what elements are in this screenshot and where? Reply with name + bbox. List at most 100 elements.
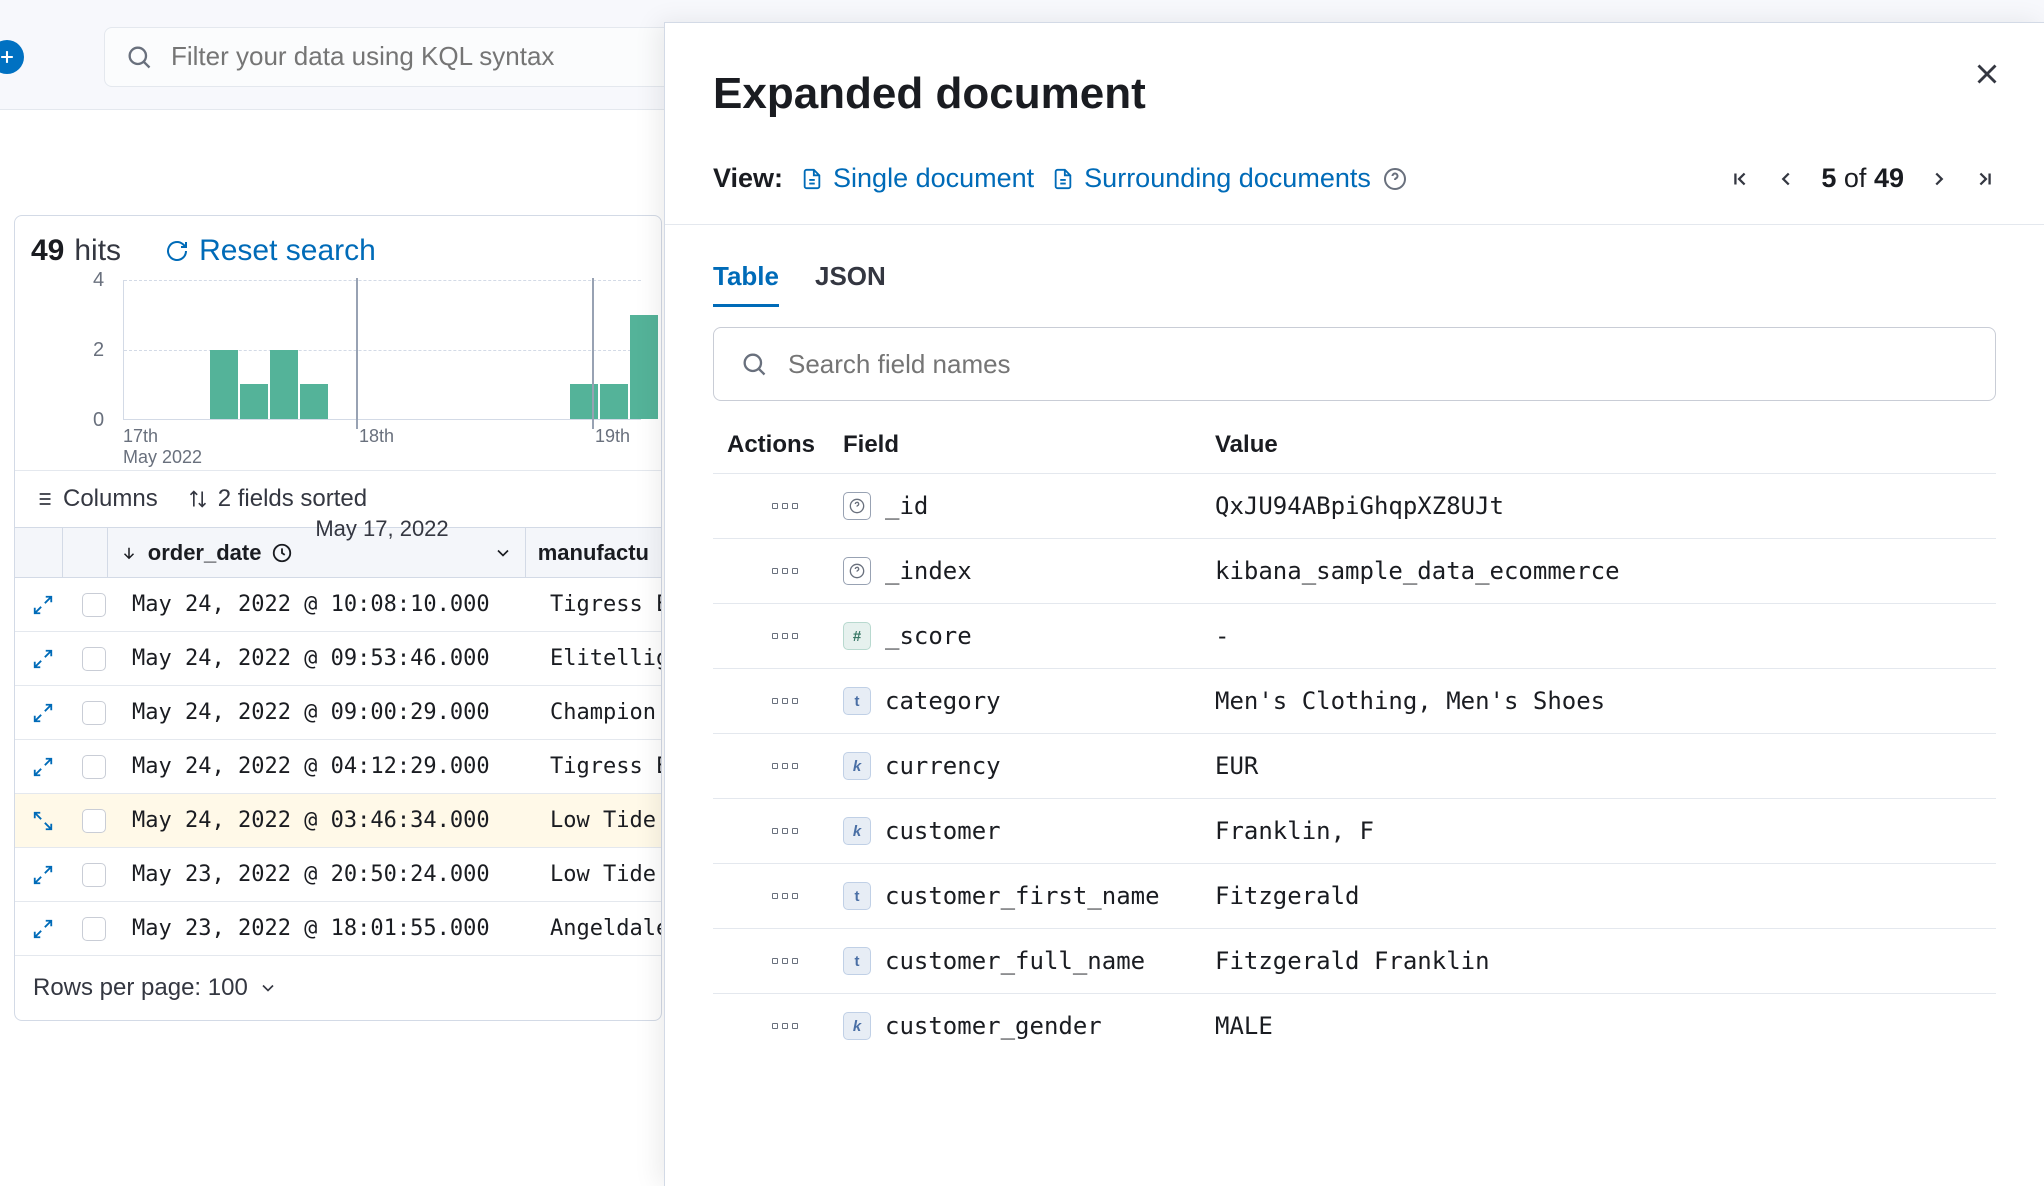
cell-order-date: May 24, 2022 @ 09:53:46.000: [120, 646, 538, 671]
field-actions-button[interactable]: [772, 958, 798, 964]
field-row: kcurrencyEUR: [713, 733, 1996, 798]
close-flyout-button[interactable]: [1970, 57, 2004, 91]
field-type-badge: k: [843, 752, 871, 780]
field-row: _id QxJU94ABpiGhqpXZ8UJt: [713, 473, 1996, 538]
document-icon: [801, 166, 823, 192]
field-value: MALE: [1215, 1012, 1982, 1040]
field-actions-button[interactable]: [772, 633, 798, 639]
cell-order-date: May 24, 2022 @ 04:12:29.000: [120, 754, 538, 779]
table-row[interactable]: May 23, 2022 @ 18:01:55.000Angeldale: [15, 902, 661, 956]
expand-row-button[interactable]: [15, 648, 70, 670]
field-type-badge: k: [843, 1012, 871, 1040]
row-checkbox[interactable]: [82, 647, 106, 671]
cell-manufacturer: Champion: [538, 700, 661, 725]
document-pager: 5 of 49: [1729, 163, 1996, 194]
histogram-bar[interactable]: [210, 350, 238, 420]
expand-icon: [32, 594, 54, 616]
search-icon: [125, 43, 153, 71]
histogram-bar[interactable]: [300, 384, 328, 419]
field-name: _id: [885, 492, 928, 520]
field-type-badge: [843, 492, 871, 520]
add-filter-button[interactable]: [0, 40, 24, 74]
kql-filter-input[interactable]: [171, 41, 723, 72]
cell-manufacturer: Low Tide: [538, 862, 661, 887]
expand-row-button[interactable]: [15, 756, 70, 778]
row-checkbox[interactable]: [82, 809, 106, 833]
field-name: _index: [885, 557, 972, 585]
field-type-badge: t: [843, 882, 871, 910]
first-page-icon[interactable]: [1729, 168, 1751, 190]
expand-icon: [32, 648, 54, 670]
row-checkbox[interactable]: [82, 755, 106, 779]
prev-page-icon[interactable]: [1775, 168, 1797, 190]
column-header-order-date[interactable]: order_date: [108, 528, 526, 577]
table-row[interactable]: May 24, 2022 @ 10:08:10.000Tigress E: [15, 578, 661, 632]
table-row[interactable]: May 24, 2022 @ 09:00:29.000Champion: [15, 686, 661, 740]
histogram-bar[interactable]: [630, 315, 658, 419]
field-actions-button[interactable]: [772, 568, 798, 574]
expand-row-button[interactable]: [15, 702, 70, 724]
last-page-icon[interactable]: [1974, 168, 1996, 190]
results-table: order_date manufactu May 24, 2022 @ 10:0…: [15, 527, 661, 956]
field-type-badge: k: [843, 817, 871, 845]
results-panel: 49 hits Reset search 420 17thMay 2022 18…: [14, 215, 662, 1021]
table-row[interactable]: May 24, 2022 @ 03:46:34.000Low Tide: [15, 794, 661, 848]
document-flyout: Expanded document View: Single document …: [664, 22, 2044, 1186]
field-name: category: [885, 687, 1001, 715]
field-actions-button[interactable]: [772, 893, 798, 899]
sort-icon: [188, 489, 208, 509]
field-name: customer_gender: [885, 1012, 1102, 1040]
field-value: Fitzgerald: [1215, 882, 1982, 910]
expand-row-button[interactable]: [15, 918, 70, 940]
chevron-down-icon[interactable]: [493, 543, 513, 563]
hits-label: hits: [74, 234, 121, 268]
cell-manufacturer: Angeldale: [538, 916, 661, 941]
flyout-title: Expanded document: [713, 69, 1996, 119]
search-icon: [740, 350, 768, 378]
field-value: QxJU94ABpiGhqpXZ8UJt: [1215, 492, 1982, 520]
field-type-badge: t: [843, 947, 871, 975]
field-actions-button[interactable]: [772, 828, 798, 834]
chevron-down-icon[interactable]: [258, 978, 278, 998]
cell-manufacturer: Tigress E: [538, 592, 661, 617]
next-page-icon[interactable]: [1928, 168, 1950, 190]
field-actions-button[interactable]: [772, 698, 798, 704]
tab-json[interactable]: JSON: [815, 261, 886, 307]
row-checkbox[interactable]: [82, 917, 106, 941]
row-checkbox[interactable]: [82, 863, 106, 887]
field-name: customer: [885, 817, 1001, 845]
histogram-bar[interactable]: [600, 384, 628, 419]
histogram-bar[interactable]: [240, 384, 268, 419]
field-row: kcustomerFranklin, F: [713, 798, 1996, 863]
row-checkbox[interactable]: [82, 593, 106, 617]
help-icon[interactable]: [1383, 167, 1407, 191]
columns-button[interactable]: Columns: [33, 485, 158, 513]
field-actions-button[interactable]: [772, 503, 798, 509]
tab-table[interactable]: Table: [713, 261, 779, 307]
kql-filter-container: [104, 27, 744, 87]
table-row[interactable]: May 24, 2022 @ 09:53:46.000Elitellig: [15, 632, 661, 686]
table-row[interactable]: May 24, 2022 @ 04:12:29.000Tigress E: [15, 740, 661, 794]
hits-count: 49: [31, 234, 64, 268]
expand-row-button[interactable]: [15, 810, 70, 832]
table-row[interactable]: May 23, 2022 @ 20:50:24.000Low Tide: [15, 848, 661, 902]
rows-per-page-button[interactable]: Rows per page: 100: [33, 974, 248, 1002]
single-document-link[interactable]: Single document: [801, 163, 1034, 194]
expand-row-button[interactable]: [15, 864, 70, 886]
field-actions-button[interactable]: [772, 763, 798, 769]
field-search-input[interactable]: [788, 349, 1969, 380]
expand-icon: [32, 702, 54, 724]
reset-search-link[interactable]: Reset search: [165, 234, 376, 268]
histogram-bar[interactable]: [270, 350, 298, 420]
row-checkbox[interactable]: [82, 701, 106, 725]
expand-row-button[interactable]: [15, 594, 70, 616]
cell-order-date: May 24, 2022 @ 03:46:34.000: [120, 808, 538, 833]
surrounding-documents-link[interactable]: Surrounding documents: [1052, 163, 1371, 194]
field-name: _score: [885, 622, 972, 650]
field-row: tcustomer_full_nameFitzgerald Franklin: [713, 928, 1996, 993]
date-histogram-chart[interactable]: 420 17thMay 2022 18th 19th May 17, 2022: [15, 280, 661, 470]
field-value: EUR: [1215, 752, 1982, 780]
sort-button[interactable]: 2 fields sorted: [188, 485, 367, 513]
field-actions-button[interactable]: [772, 1023, 798, 1029]
field-search-container: [713, 327, 1996, 401]
